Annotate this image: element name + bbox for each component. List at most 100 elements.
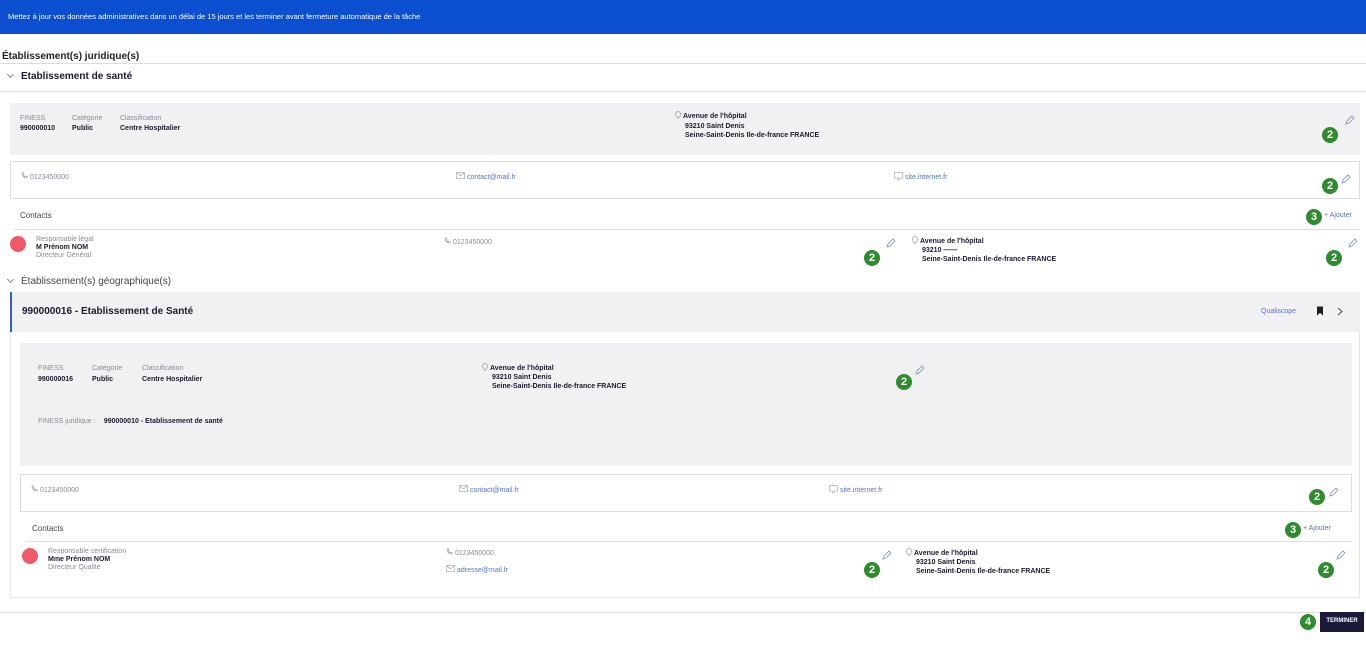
pencil-icon[interactable] [882,550,892,560]
finess-juridique-value: 990000010 - Etablissement de santé [103,418,223,425]
legal-info-panel: FINESS 990000010 Catégorie Public Classi… [10,103,1360,155]
geo-info-panel: FINESS 990000016 Catégorie Public Classi… [20,343,1352,466]
contact-phone: 0123450000 [455,550,494,557]
contact-title: Directeur Qualité [48,564,101,571]
contact-address-block: Avenue de l'hôpital 93210 Saint Denis Se… [906,548,1050,576]
address-block: Avenue de l'hôpital 93210 Saint Denis Se… [675,111,819,139]
geo-contact-identity: Responsable certification Mme Prénom NOM… [48,548,126,572]
terminer-button[interactable]: TERMINER [1320,612,1364,632]
badge-edit: 2 [896,374,912,390]
address-line-3: Seine-Saint-Denis Ile-de-france FRANCE [685,132,820,139]
contact-address-line-2: 93210 —— [922,247,958,255]
location-pin-icon [906,548,912,558]
bookmark-icon[interactable] [1316,306,1324,316]
legal-email-link[interactable]: contact@mail.fr [467,174,516,181]
geo-phone: 0123450000 [40,487,79,494]
classification-value: Centre Hospitalier [120,125,181,132]
location-pin-icon [675,111,681,121]
contact-address-block: Avenue de l'hôpital 93210 —— Seine-Saint… [912,236,1056,264]
finess-value: 990000016 [38,376,74,383]
address-line-2: 93210 Saint Denis [492,374,552,382]
contact-phone: 0123450000 [453,239,492,246]
classification-label: Classification [142,365,184,372]
classification-label: Classification [120,115,162,122]
badge-edit: 2 [1322,178,1338,194]
badge-finish: 4 [1300,614,1316,630]
categorie-value: Public [72,125,94,132]
geo-address-block: Avenue de l'hôpital 93210 Saint Denis Se… [482,363,626,391]
classification-value: Centre Hospitalier [142,376,203,383]
badge-edit: 2 [1318,562,1334,578]
chevron-down-icon [6,70,15,79]
pencil-icon[interactable] [1329,487,1339,497]
geo-contacts-label: Contacts [32,524,64,533]
legal-add-contact-button[interactable]: + Ajouter [1324,212,1352,219]
address-line-1: Avenue de l'hôpital [490,365,554,373]
categorie-label: Catégorie [72,115,103,122]
address-line-1: Avenue de l'hôpital [683,113,747,121]
geo-website-link[interactable]: site.internet.fr [840,487,882,494]
geo-section-title: Établissement(s) géographique(s) [21,276,172,287]
location-pin-icon [482,363,488,373]
geo-establishment-name: 990000016 - Etablissement de Santé [22,306,194,317]
contact-name: M Prénom NOM [36,244,89,251]
badge-edit: 2 [1322,127,1338,143]
pencil-icon[interactable] [1341,174,1351,184]
contact-address-line-1: Avenue de l'hôpital [914,550,978,558]
contact-title: Directeur Général [36,252,92,259]
pencil-icon[interactable] [886,238,896,248]
monitor-icon [829,485,838,495]
contact-name: Mme Prénom NOM [48,556,111,563]
geo-email-link[interactable]: contact@mail.fr [470,487,519,494]
geo-establishment-header[interactable]: 990000016 - Etablissement de Santé Quali… [10,292,1360,332]
pencil-icon[interactable] [1345,115,1355,125]
address-line-3: Seine-Saint-Denis Ile-de-france FRANCE [492,383,627,391]
contact-address-line-1: Avenue de l'hôpital [920,238,984,246]
legal-section-title: Établissement(s) juridique(s) [2,51,140,62]
legal-contacts-label: Contacts [20,211,52,220]
badge-edit: 2 [864,250,880,266]
banner-text: Mettez à jour vos données administrative… [8,12,421,21]
badge-edit: 2 [864,562,880,578]
phone-icon [31,485,38,494]
geo-add-contact-button[interactable]: + Ajouter [1303,525,1331,532]
contact-email-link[interactable]: adresse@mail.fr [457,567,508,574]
mail-icon [459,485,468,494]
chevron-down-icon [6,275,15,284]
avatar-icon [10,236,26,252]
location-pin-icon [912,236,918,246]
legal-subtitle-toggle[interactable]: Etablissement de santé [6,70,133,82]
mail-icon [456,172,465,181]
contact-role: Responsable certification [48,548,127,555]
legal-contact-box: 0123450000 contact@mail.fr site.internet… [10,161,1360,199]
info-banner: Mettez à jour vos données administrative… [0,0,1366,34]
badge-edit: 2 [1309,489,1325,505]
monitor-icon [894,172,903,182]
legal-phone: 0123450000 [30,174,69,181]
finess-label: FINESS [38,365,64,372]
legal-subtitle: Etablissement de santé [21,71,133,82]
finess-juridique-label: FINESS juridique : [38,418,96,425]
finess-label: FINESS [20,115,46,122]
legal-website-link[interactable]: site.internet.fr [905,174,947,181]
categorie-label: Catégorie [92,365,123,372]
contact-address-line-2: 93210 Saint Denis [916,559,976,567]
pencil-icon[interactable] [1348,238,1358,248]
avatar-icon [22,548,38,564]
chevron-right-icon[interactable] [1337,307,1343,316]
finess-value: 990000010 [20,125,56,132]
badge-add: 3 [1285,522,1301,538]
geo-contact-box: 0123450000 contact@mail.fr site.internet… [20,474,1352,512]
contact-address-line-3: Seine-Saint-Denis Ile-de-france FRANCE [916,568,1051,576]
badge-edit: 2 [1326,250,1342,266]
geo-section-toggle[interactable]: Établissement(s) géographique(s) [6,275,172,287]
contact-role: Responsable légal [36,236,94,243]
phone-icon [446,548,453,557]
pencil-icon[interactable] [1336,550,1346,560]
pencil-icon[interactable] [915,365,925,375]
contact-address-line-3: Seine-Saint-Denis Ile-de-france FRANCE [922,256,1057,264]
phone-icon [21,172,28,181]
qualiscope-link[interactable]: Qualiscope [1261,308,1296,315]
address-line-2: 93210 Saint Denis [685,123,745,130]
legal-contact-identity: Responsable légal M Prénom NOM Directeur… [36,236,94,260]
